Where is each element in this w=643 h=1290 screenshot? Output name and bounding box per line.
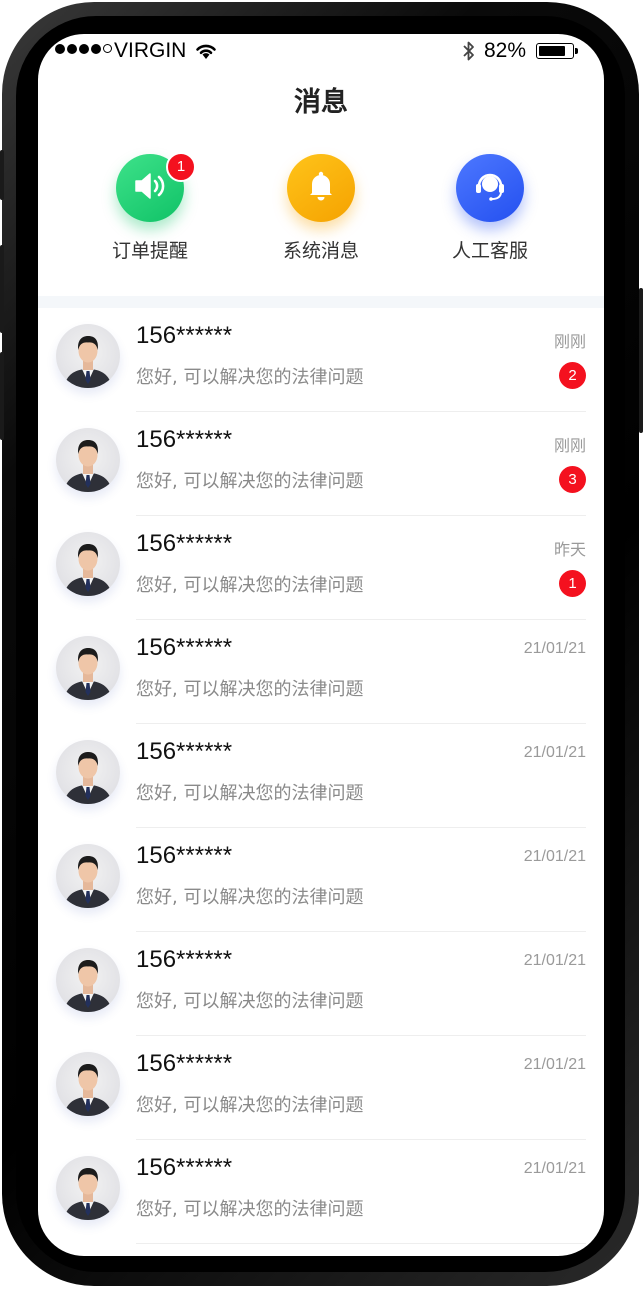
message-item[interactable]: 156****** 您好, 可以解决您的法律问题 21/01/21	[38, 932, 604, 1036]
contact-name: 156******	[136, 946, 233, 973]
system-icon-circle	[287, 154, 355, 222]
bluetooth-icon	[462, 40, 476, 68]
wifi-icon	[194, 40, 218, 66]
message-preview: 您好, 可以解决您的法律问题	[136, 887, 364, 908]
section-divider	[38, 296, 604, 308]
avatar	[56, 324, 120, 388]
mute-switch	[0, 150, 4, 200]
row-divider	[136, 1243, 586, 1244]
message-preview: 您好, 可以解决您的法律问题	[136, 679, 364, 700]
message-time: 21/01/21	[523, 1160, 586, 1177]
avatar	[56, 844, 120, 908]
bell-icon	[306, 170, 336, 206]
message-time: 刚刚	[553, 438, 586, 455]
headset-icon	[472, 169, 508, 207]
avatar	[56, 1156, 120, 1220]
unread-badge: 1	[559, 570, 586, 597]
battery-percentage: 82%	[484, 39, 527, 62]
customer-service-button[interactable]: 人工客服	[415, 154, 565, 263]
message-time: 21/01/21	[523, 952, 586, 969]
page-title: 消息	[294, 87, 348, 118]
order-reminder-label: 订单提醒	[111, 240, 188, 262]
contact-name: 156******	[136, 426, 233, 453]
volume-up-button	[0, 245, 4, 333]
message-item[interactable]: 156****** 您好, 可以解决您的法律问题 21/01/21	[38, 620, 604, 724]
message-preview: 您好, 可以解决您的法律问题	[136, 367, 364, 388]
quick-actions: 1 订单提醒 系统消息 人工客服	[38, 152, 604, 294]
contact-name: 156******	[136, 1154, 233, 1181]
speaker-icon	[132, 170, 168, 206]
power-button	[639, 288, 643, 433]
message-item[interactable]: 156****** 您好, 可以解决您的法律问题 21/01/21	[38, 1140, 604, 1244]
status-bar: VIRGIN 82%	[38, 34, 604, 70]
message-item[interactable]: 156****** 您好, 可以解决您的法律问题 21/01/21	[38, 828, 604, 932]
message-preview: 您好, 可以解决您的法律问题	[136, 471, 364, 492]
message-time: 21/01/21	[523, 640, 586, 657]
avatar	[56, 740, 120, 804]
message-item[interactable]: 156****** 您好, 可以解决您的法律问题 21/01/21	[38, 1036, 604, 1140]
message-item[interactable]: 156****** 您好, 可以解决您的法律问题 昨天 1	[38, 516, 604, 620]
volume-down-button	[0, 352, 4, 440]
avatar	[56, 532, 120, 596]
system-message-button[interactable]: 系统消息	[246, 154, 396, 263]
avatar	[56, 428, 120, 492]
avatar	[56, 636, 120, 700]
message-preview: 您好, 可以解决您的法律问题	[136, 991, 364, 1012]
customer-service-label: 人工客服	[451, 240, 528, 262]
service-icon-circle	[456, 154, 524, 222]
contact-name: 156******	[136, 842, 233, 869]
carrier-name: VIRGIN	[114, 39, 187, 62]
message-time: 刚刚	[553, 334, 586, 351]
order-icon-circle: 1	[116, 152, 196, 222]
message-time: 21/01/21	[523, 848, 586, 865]
message-item[interactable]: 156****** 您好, 可以解决您的法律问题 21/01/21	[38, 724, 604, 828]
message-time: 21/01/21	[523, 744, 586, 761]
message-preview: 您好, 可以解决您的法律问题	[136, 1199, 364, 1220]
message-preview: 您好, 可以解决您的法律问题	[136, 575, 364, 596]
message-preview: 您好, 可以解决您的法律问题	[136, 1095, 364, 1116]
message-time: 昨天	[553, 542, 586, 559]
contact-name: 156******	[136, 634, 233, 661]
message-time: 21/01/21	[523, 1056, 586, 1073]
avatar	[56, 1052, 120, 1116]
system-message-label: 系统消息	[282, 240, 359, 262]
message-item[interactable]: 156****** 您好, 可以解决您的法律问题 刚刚 2	[38, 308, 604, 412]
battery-icon	[536, 43, 578, 59]
avatar	[56, 948, 120, 1012]
contact-name: 156******	[136, 738, 233, 765]
message-preview: 您好, 可以解决您的法律问题	[136, 783, 364, 804]
contact-name: 156******	[136, 322, 233, 349]
unread-badge: 2	[559, 362, 586, 389]
contact-name: 156******	[136, 530, 233, 557]
message-list: 156****** 您好, 可以解决您的法律问题 刚刚 2 156****** …	[38, 308, 604, 1244]
signal-icon	[55, 44, 112, 54]
screen: VIRGIN 82% 消息 1 订单提醒 系统消息 人工客服 156******…	[38, 34, 604, 1256]
message-item[interactable]: 156****** 您好, 可以解决您的法律问题 刚刚 3	[38, 412, 604, 516]
unread-badge: 3	[559, 466, 586, 493]
contact-name: 156******	[136, 1050, 233, 1077]
order-reminder-badge: 1	[166, 152, 196, 182]
order-reminder-button[interactable]: 1 订单提醒	[75, 152, 225, 263]
